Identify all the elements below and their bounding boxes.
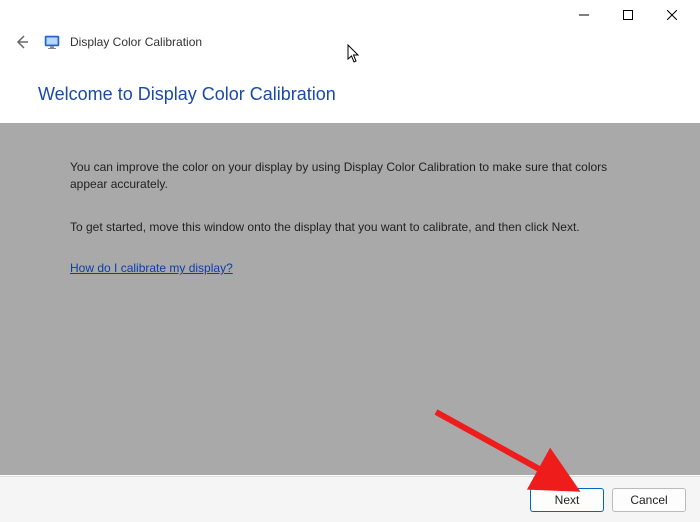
page-heading: Welcome to Display Color Calibration	[38, 84, 662, 105]
heading-area: Welcome to Display Color Calibration	[0, 60, 700, 123]
minimize-button[interactable]	[562, 1, 606, 29]
intro-paragraph-2: To get started, move this window onto th…	[70, 219, 610, 236]
header: Display Color Calibration	[0, 30, 700, 60]
maximize-button[interactable]	[606, 1, 650, 29]
titlebar	[0, 0, 700, 30]
help-link[interactable]: How do I calibrate my display?	[70, 261, 233, 275]
intro-paragraph-1: You can improve the color on your displa…	[70, 159, 610, 193]
monitor-icon	[44, 34, 60, 50]
back-button[interactable]	[10, 30, 34, 54]
footer: Next Cancel	[0, 476, 700, 522]
cancel-button[interactable]: Cancel	[612, 488, 686, 512]
close-button[interactable]	[650, 1, 694, 29]
next-button[interactable]: Next	[530, 488, 604, 512]
window-title: Display Color Calibration	[70, 35, 202, 49]
content-panel: You can improve the color on your displa…	[0, 123, 700, 475]
